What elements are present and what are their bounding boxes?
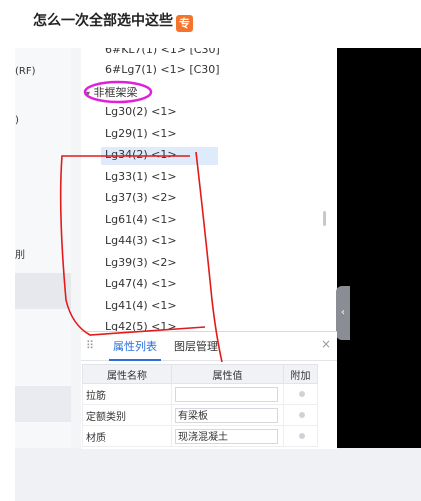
property-value-cell[interactable]: 现浇混凝土 bbox=[171, 425, 284, 447]
left-panel-selected-row[interactable] bbox=[15, 273, 71, 309]
tree-item[interactable]: Lg37(3) <2> bbox=[105, 191, 177, 204]
tree-group-non-frame-beam[interactable]: ▾ 非框架梁 bbox=[86, 84, 138, 100]
property-value[interactable] bbox=[175, 386, 278, 402]
tree-item[interactable]: Lg30(2) <1> bbox=[105, 105, 177, 118]
property-name: 材质 bbox=[82, 425, 172, 447]
question-title-text: 怎么一次全部选中这些 bbox=[33, 13, 173, 29]
attach-checkbox[interactable] bbox=[299, 411, 305, 418]
tree-item[interactable]: Lg39(3) <2> bbox=[105, 256, 177, 269]
column-header: 附加 bbox=[283, 364, 318, 384]
left-panel: (RF) ) 刖 bbox=[15, 48, 72, 448]
tree-item[interactable]: Lg44(3) <1> bbox=[105, 234, 177, 247]
tree-item-selected[interactable]: Lg34(2) <1> bbox=[105, 148, 177, 161]
tree-scrollbar[interactable] bbox=[323, 211, 326, 226]
drawing-canvas[interactable] bbox=[337, 48, 421, 448]
properties-tabbar: ⠿ 属性列表 图层管理 × bbox=[81, 332, 337, 361]
drag-grip-icon[interactable]: ⠿ bbox=[86, 339, 94, 352]
tree-item[interactable]: Lg61(4) <1> bbox=[105, 213, 177, 226]
attach-checkbox[interactable] bbox=[299, 432, 305, 439]
table-row: 定额类别 有梁板 bbox=[82, 404, 318, 426]
tree-item[interactable]: Lg29(1) <1> bbox=[105, 127, 177, 140]
question-title: 怎么一次全部选中这些专 bbox=[33, 10, 193, 32]
attach-checkbox[interactable] bbox=[299, 390, 305, 397]
property-name: 定额类别 bbox=[82, 404, 172, 426]
tree-item[interactable]: Lg41(4) <1> bbox=[105, 299, 177, 312]
left-panel-label: (RF) bbox=[15, 66, 36, 77]
column-header: 属性值 bbox=[171, 364, 284, 384]
tab-layer-management[interactable]: 图层管理 bbox=[174, 338, 218, 354]
tree-item[interactable]: Lg42(5) <1> bbox=[105, 320, 177, 331]
attach-cell[interactable] bbox=[283, 383, 318, 405]
property-value-cell[interactable] bbox=[171, 383, 284, 405]
close-icon[interactable]: × bbox=[321, 337, 331, 351]
column-header: 属性名称 bbox=[82, 364, 172, 384]
tree-item[interactable]: 6#KL7(1) <1> [C30] bbox=[105, 48, 220, 56]
left-panel-label: ) bbox=[15, 115, 19, 126]
tree-item[interactable]: 6#Lg7(1) <1> [C30] bbox=[105, 63, 220, 76]
software-screenshot: (RF) ) 刖 6#KL7(1) <1> [C30] 6#Lg7(1) <1>… bbox=[15, 48, 421, 501]
table-row: 材质 现浇混凝土 bbox=[82, 425, 318, 447]
tab-property-list[interactable]: 属性列表 bbox=[109, 338, 161, 361]
property-value-cell[interactable]: 有梁板 bbox=[171, 404, 284, 426]
properties-table: 属性名称 属性值 附加 拉筋 定额类别 有梁板 材质 现浇混凝土 bbox=[82, 364, 318, 447]
left-panel-label: 刖 bbox=[15, 250, 25, 261]
chevron-down-icon[interactable]: ▾ bbox=[86, 89, 90, 98]
property-value[interactable]: 现浇混凝土 bbox=[175, 428, 278, 444]
tree-item[interactable]: Lg33(1) <1> bbox=[105, 170, 177, 183]
attach-cell[interactable] bbox=[283, 425, 318, 447]
tree-item[interactable]: Lg47(4) <1> bbox=[105, 277, 177, 290]
collapse-panel-button[interactable]: ‹ bbox=[336, 286, 350, 340]
component-tree: 6#KL7(1) <1> [C30] 6#Lg7(1) <1> [C30] ▾ … bbox=[81, 48, 337, 331]
property-value[interactable]: 有梁板 bbox=[175, 407, 278, 423]
badge-icon: 专 bbox=[176, 15, 193, 32]
table-row: 拉筋 bbox=[82, 383, 318, 405]
tree-group-label: 非框架梁 bbox=[93, 86, 138, 99]
left-panel-row[interactable] bbox=[15, 386, 71, 422]
property-name: 拉筋 bbox=[82, 383, 172, 405]
attach-cell[interactable] bbox=[283, 404, 318, 426]
properties-panel: ⠿ 属性列表 图层管理 × 属性名称 属性值 附加 拉筋 定额类别 有梁板 材质 bbox=[81, 331, 337, 449]
